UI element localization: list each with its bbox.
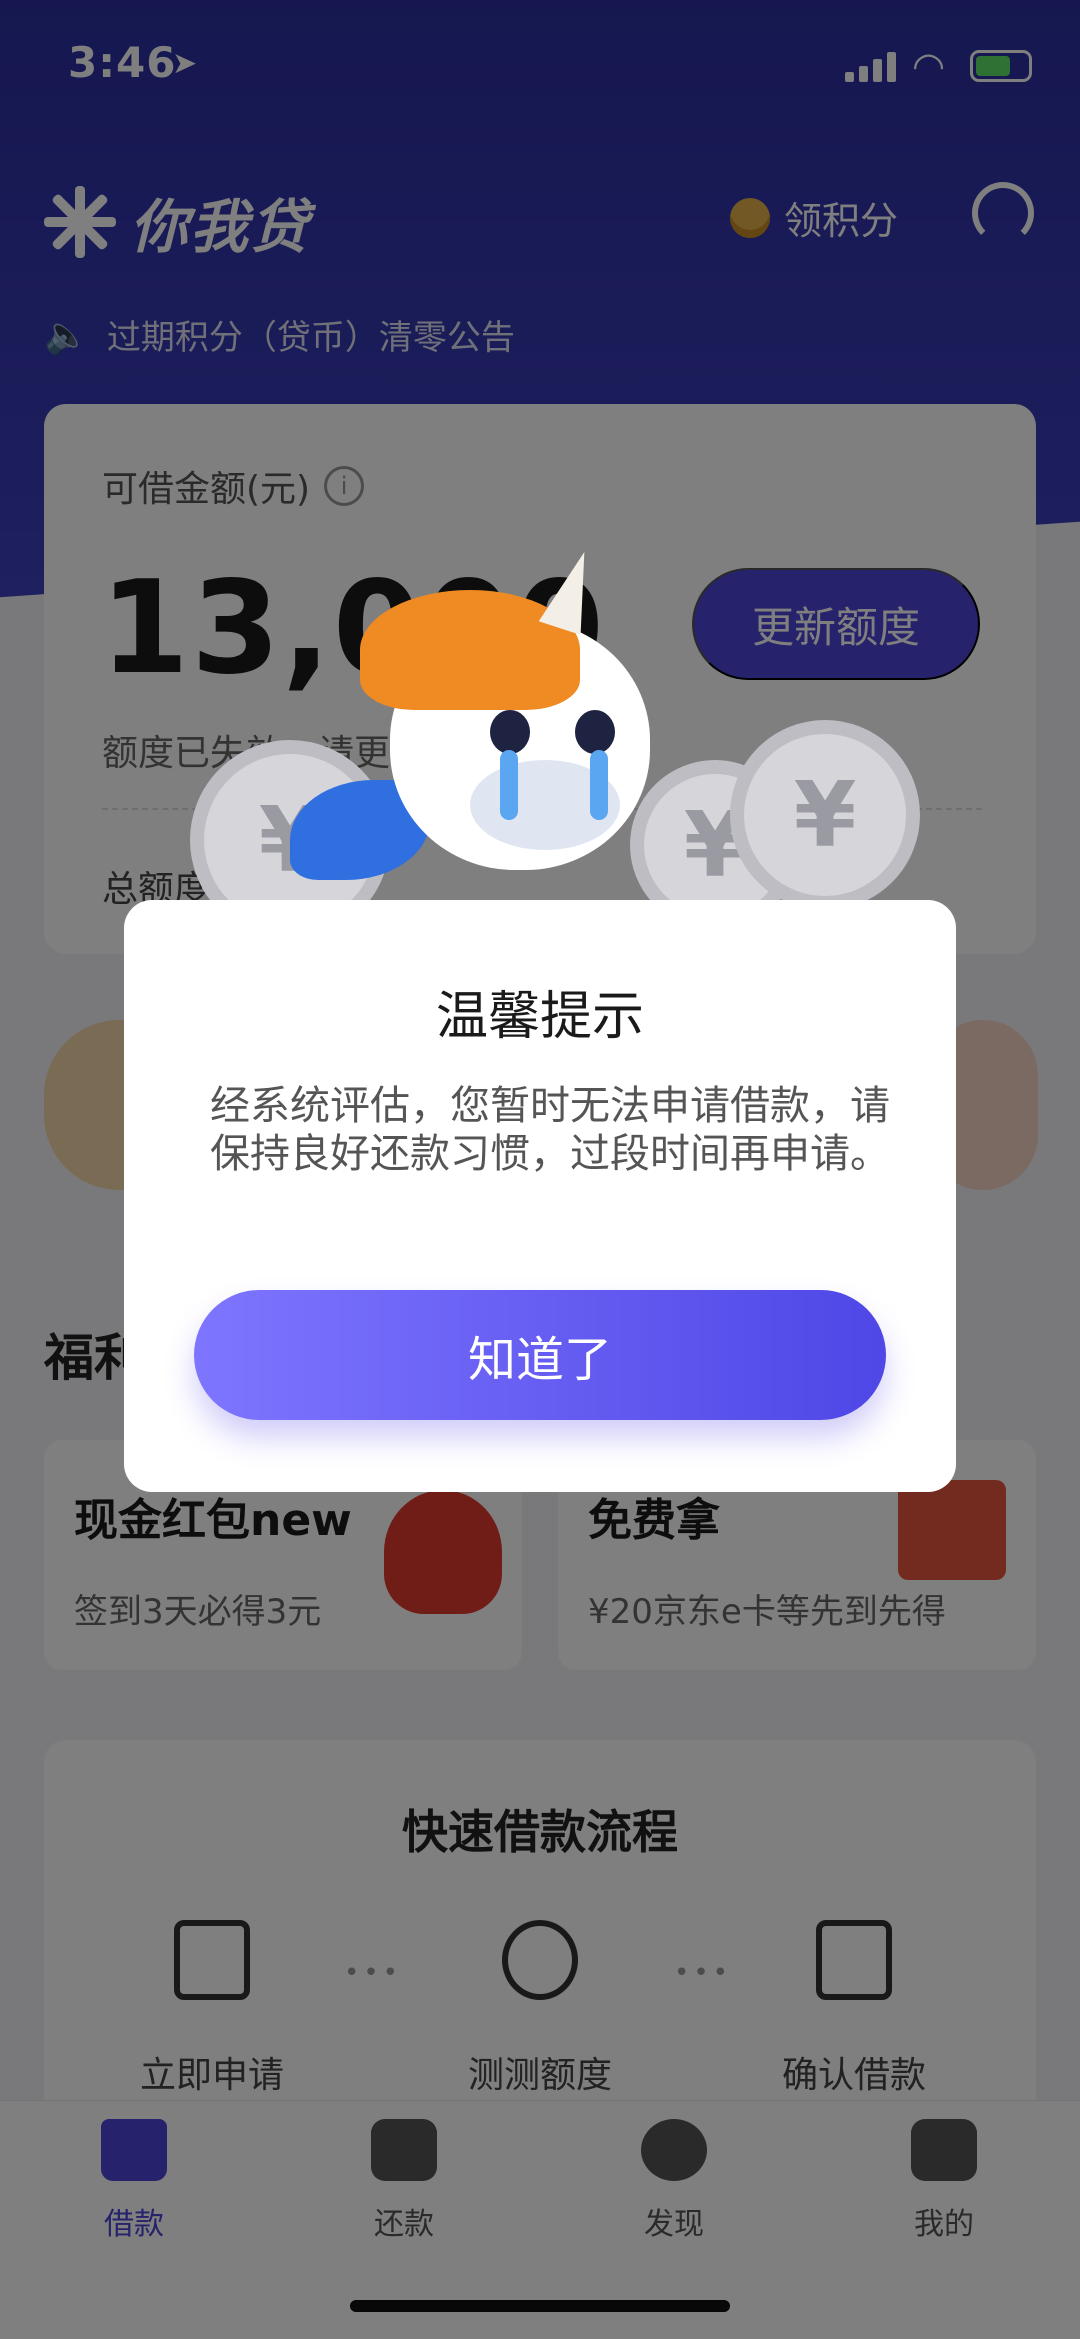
dialog-title: 温馨提示: [435, 987, 644, 1047]
unicorn-eye: [575, 710, 615, 754]
coin-icon: ¥: [730, 720, 920, 910]
tear-icon: [590, 750, 608, 820]
tear-icon: [500, 750, 518, 820]
unicorn-eye: [490, 710, 530, 754]
crying-unicorn-mascot: ¥ ¥ ¥: [190, 545, 920, 940]
acknowledge-button[interactable]: 知道了: [194, 1290, 886, 1420]
dialog-message: 经系统评估，您暂时无法申请借款，请保持良好还款习惯，过段时间再申请。: [210, 1083, 890, 1177]
alert-dialog: 温馨提示 经系统评估，您暂时无法申请借款，请保持良好还款习惯，过段时间再申请。 …: [124, 900, 956, 1492]
